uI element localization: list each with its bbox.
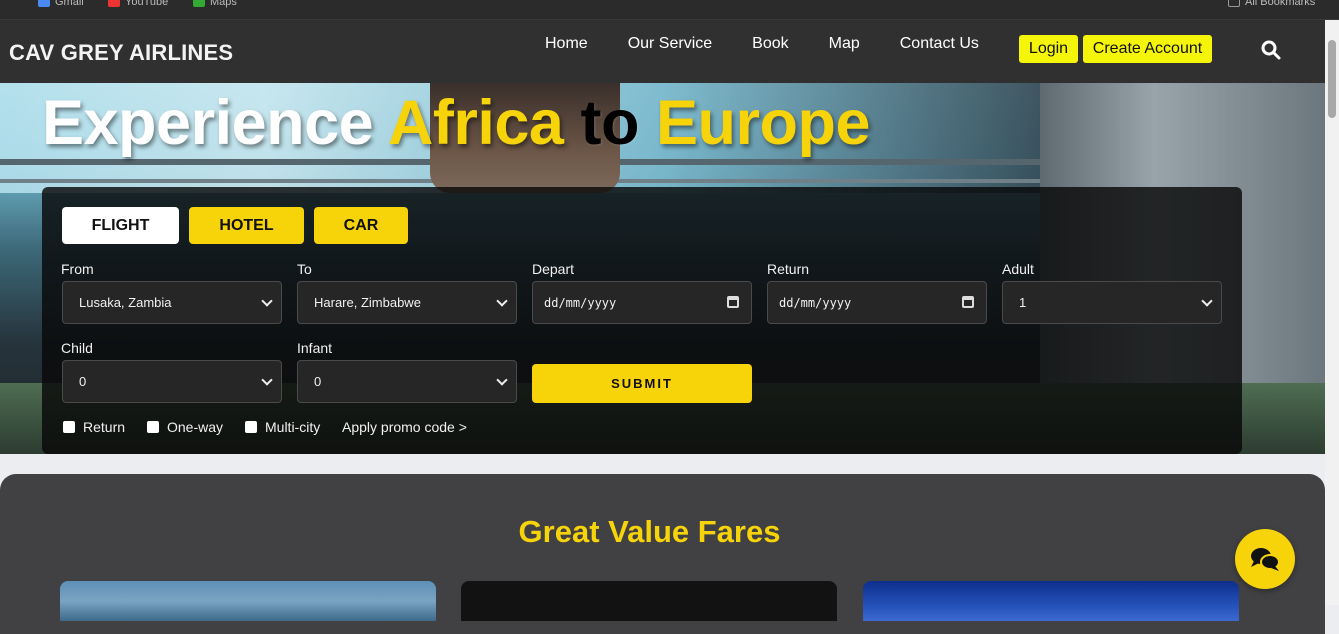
from-value: Lusaka, Zambia	[79, 295, 172, 310]
bookmark-maps[interactable]: Maps	[193, 0, 237, 8]
checkbox-box[interactable]	[147, 421, 159, 433]
tab-hotel[interactable]: HOTEL	[189, 207, 304, 244]
booking-panel: FLIGHT HOTEL CAR From To Depart Return A…	[42, 187, 1242, 454]
return-checkbox[interactable]: Return	[63, 419, 125, 435]
checkbox-label: Return	[83, 419, 126, 435]
checkbox-box[interactable]	[245, 421, 257, 433]
child-label: Child	[61, 340, 93, 356]
chevron-down-icon	[1201, 295, 1213, 307]
folder-icon	[1228, 0, 1240, 7]
return-value: dd/mm/yyyy	[779, 295, 852, 310]
to-select[interactable]: Harare, Zimbabwe	[297, 281, 517, 324]
brand-logo[interactable]: CAV GREY AIRLINES	[9, 40, 233, 66]
chevron-down-icon	[261, 374, 273, 386]
gmail-icon	[38, 0, 50, 7]
checkbox-box[interactable]	[63, 421, 75, 433]
search-icon[interactable]	[1260, 39, 1282, 61]
multi-city-checkbox[interactable]: Multi-city	[245, 419, 320, 435]
chevron-down-icon	[261, 295, 273, 307]
nav-book[interactable]: Book	[752, 35, 788, 53]
nav-home[interactable]: Home	[545, 35, 588, 53]
chevron-down-icon	[496, 374, 508, 386]
from-label: From	[61, 261, 94, 277]
to-value: Harare, Zimbabwe	[314, 295, 421, 310]
bookmark-youtube[interactable]: YouTube	[108, 0, 168, 8]
calendar-icon[interactable]	[727, 296, 739, 308]
bookmark-label: YouTube	[125, 0, 169, 8]
youtube-icon	[108, 0, 120, 7]
adult-select[interactable]: 1	[1002, 281, 1222, 324]
bookmark-label: Maps	[210, 0, 237, 8]
tab-car[interactable]: CAR	[314, 207, 408, 244]
bookmark-label: Gmail	[55, 0, 84, 8]
hero-banner: Experience Africa to Europe FLIGHT HOTEL…	[0, 83, 1325, 454]
one-way-checkbox[interactable]: One-way	[147, 419, 223, 435]
page-scrollbar[interactable]	[1325, 20, 1339, 605]
checkbox-label: Multi-city	[265, 419, 321, 435]
fare-card-image[interactable]	[60, 581, 436, 621]
depart-value: dd/mm/yyyy	[544, 295, 617, 310]
chat-icon	[1251, 548, 1280, 571]
create-account-button[interactable]: Create Account	[1083, 35, 1212, 63]
headline-word: Europe	[655, 88, 871, 158]
tab-flight[interactable]: FLIGHT	[62, 207, 179, 244]
login-button[interactable]: Login	[1019, 35, 1078, 63]
apply-promo-link[interactable]: Apply promo code >	[342, 419, 467, 435]
all-bookmarks[interactable]: All Bookmarks	[1228, 0, 1315, 8]
headline-word: Experience	[42, 88, 374, 158]
calendar-icon[interactable]	[962, 296, 974, 308]
fares-title: Great Value Fares	[518, 514, 781, 549]
chat-button[interactable]	[1235, 529, 1295, 589]
fare-card-image[interactable]	[863, 581, 1239, 621]
infant-select[interactable]: 0	[297, 360, 517, 403]
scrollbar-thumb[interactable]	[1328, 40, 1336, 118]
fare-card-image[interactable]	[461, 581, 837, 621]
headline-word: Africa	[387, 88, 564, 158]
bookmark-gmail[interactable]: Gmail	[38, 0, 84, 8]
site-header: CAV GREY AIRLINES Home Our Service Book …	[0, 20, 1325, 83]
to-label: To	[297, 261, 312, 277]
from-select[interactable]: Lusaka, Zambia	[62, 281, 282, 324]
adult-label: Adult	[1002, 261, 1034, 277]
infant-value: 0	[314, 374, 322, 389]
hero-headline: Experience Africa to Europe	[42, 87, 870, 159]
checkbox-label: One-way	[167, 419, 224, 435]
return-date-input[interactable]: dd/mm/yyyy	[767, 281, 987, 324]
submit-button[interactable]: SUBMIT	[532, 364, 752, 403]
depart-date-input[interactable]: dd/mm/yyyy	[532, 281, 752, 324]
depart-label: Depart	[532, 261, 575, 277]
child-value: 0	[79, 374, 87, 389]
infant-label: Infant	[297, 340, 333, 356]
nav-our-service[interactable]: Our Service	[628, 35, 712, 53]
fares-section: Great Value Fares	[0, 474, 1325, 634]
nav-map[interactable]: Map	[829, 35, 860, 53]
child-select[interactable]: 0	[62, 360, 282, 403]
adult-value: 1	[1019, 295, 1027, 310]
nav-contact-us[interactable]: Contact Us	[900, 35, 979, 53]
main-menu: Home Our Service Book Map Contact Us	[545, 35, 1019, 53]
chevron-down-icon	[496, 295, 508, 307]
bookmarks-bar: Gmail YouTube Maps All Bookmarks	[0, 0, 1339, 20]
all-bookmarks-label: All Bookmarks	[1245, 0, 1316, 8]
maps-icon	[193, 0, 205, 7]
headline-word: to	[580, 88, 639, 158]
return-label: Return	[767, 261, 810, 277]
